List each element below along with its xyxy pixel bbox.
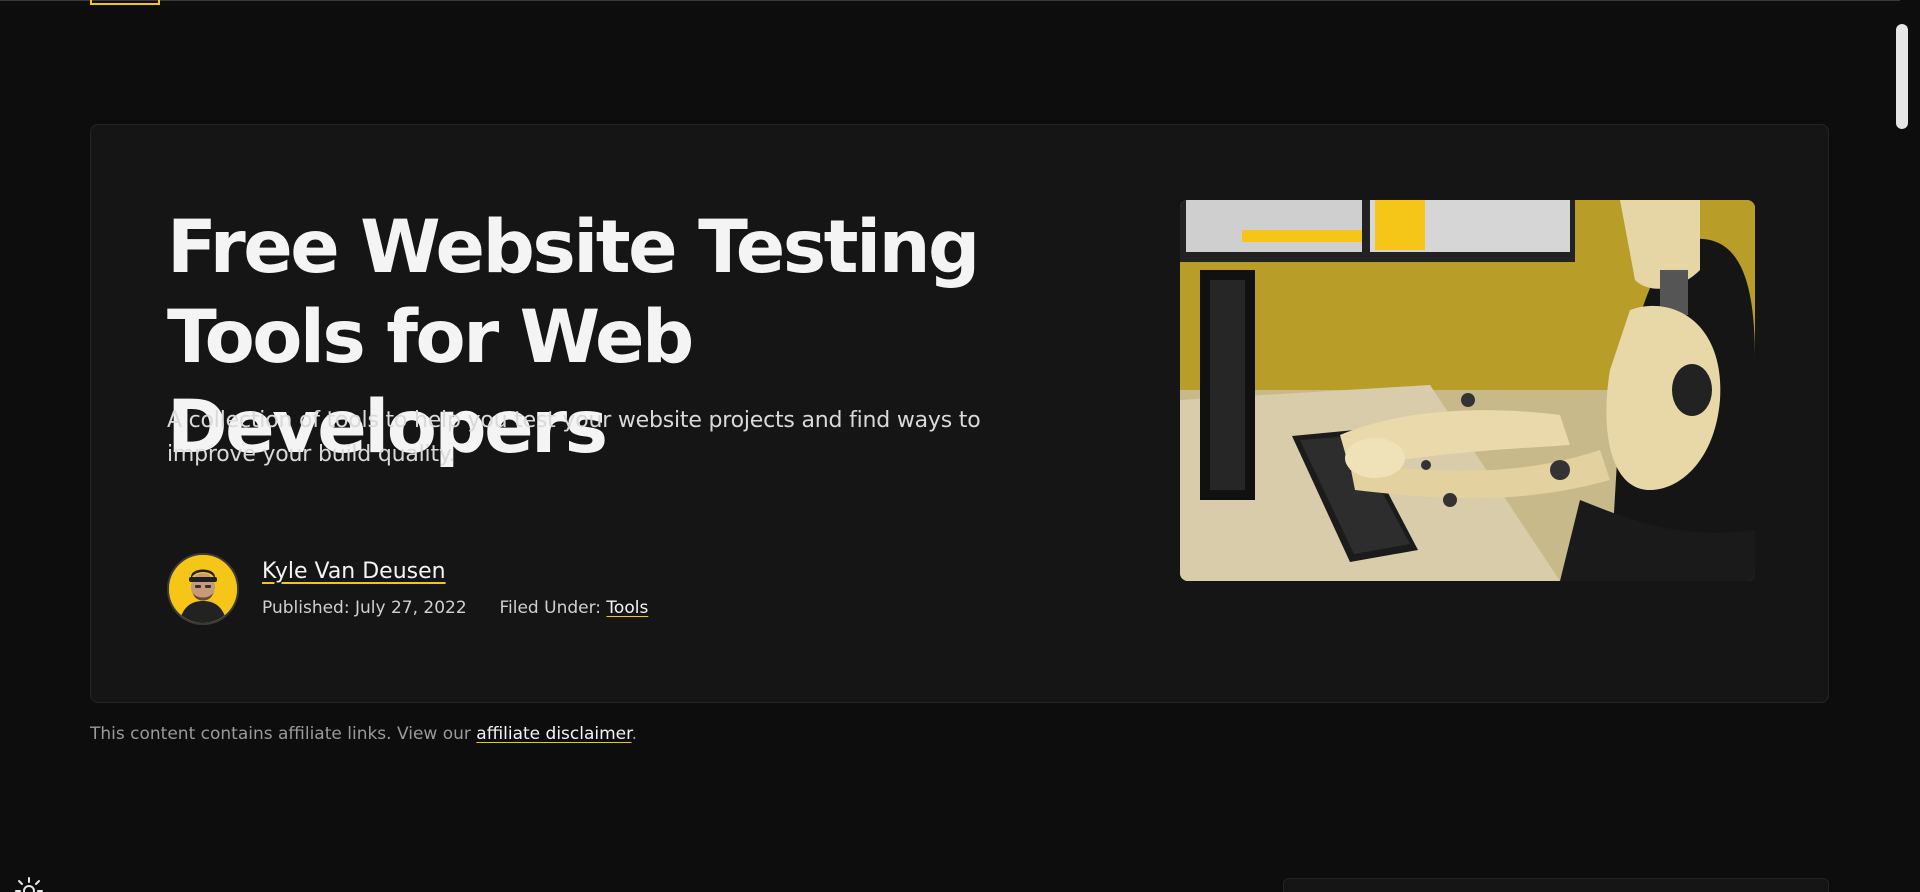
post-meta: Published: July 27, 2022 Filed Under: To… [262,598,648,618]
avatar-image [169,555,237,623]
scrollbar-thumb[interactable] [1896,24,1908,129]
published-date: July 27, 2022 [354,598,467,618]
theme-toggle-button[interactable] [14,876,44,892]
header-active-indicator [90,0,160,5]
affiliate-disclaimer-link[interactable]: affiliate disclaimer [476,724,631,744]
sun-icon [15,877,43,892]
author-link[interactable]: Kyle Van Deusen [262,559,446,584]
featured-image [1180,200,1755,581]
avatar[interactable] [167,553,239,625]
affiliate-notice-text: This content contains affiliate links. V… [90,724,477,744]
robot-at-desk-illustration [1180,200,1755,581]
affiliate-notice-end: . [631,724,637,744]
published-label: Published: [262,598,350,618]
page-title-line-1: Free Website Testing [167,205,980,290]
sidebar-card [1283,878,1829,892]
filed-under-label: Filed Under: [499,598,602,618]
article-body-preview [90,880,970,892]
hero-lead: A collection of tools to help you test y… [167,408,981,467]
hero-card: Free Website Testing Tools for Web Devel… [90,124,1829,703]
affiliate-notice: This content contains affiliate links. V… [90,724,637,744]
page: Free Website Testing Tools for Web Devel… [0,0,1920,892]
category-link[interactable]: Tools [606,598,648,618]
header-divider [0,0,1900,1]
